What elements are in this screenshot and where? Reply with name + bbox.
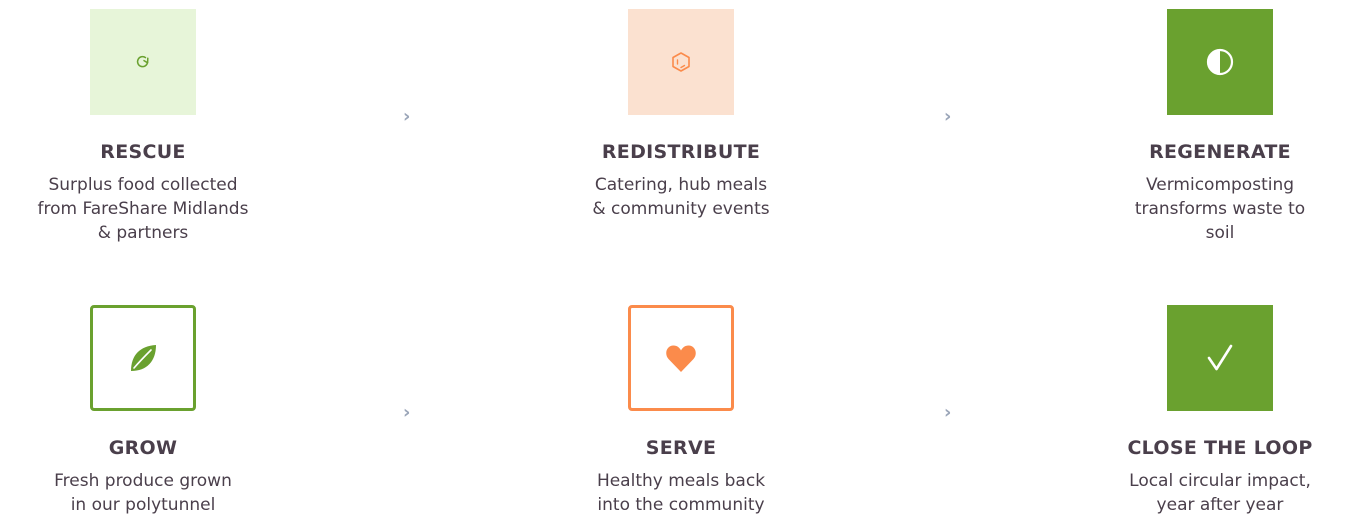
step-description-line: Vermicomposting — [1145, 175, 1295, 195]
step-close-the-loop: CLOSE THE LOOP Local circular impact, ye… — [1070, 305, 1345, 517]
heart-icon — [666, 345, 696, 372]
serve-icon-box — [628, 305, 734, 411]
step-description-line: Catering, hub meals — [594, 175, 768, 195]
step-grow: GROW Fresh produce grown in our polytunn… — [0, 305, 293, 517]
step-description: Catering, hub meals & community events — [531, 173, 831, 221]
step-description-line: Surplus food collected — [48, 175, 238, 195]
step-description-line: year after year — [1156, 495, 1284, 515]
step-title: REDISTRIBUTE — [601, 141, 761, 163]
leaf-icon — [131, 345, 156, 371]
half-circle-icon — [1206, 48, 1234, 76]
step-title: GROW — [108, 437, 178, 459]
step-redistribute: REDISTRIBUTE Catering, hub meals & commu… — [531, 9, 831, 221]
arrow-icon: › — [944, 402, 952, 423]
step-serve: SERVE Healthy meals back into the commun… — [531, 305, 831, 517]
step-description: Vermicomposting transforms waste to soil — [1070, 173, 1345, 245]
step-title: REGENERATE — [1149, 141, 1291, 163]
step-description-line: Healthy meals back — [596, 471, 766, 491]
redistribute-icon-box — [628, 9, 734, 115]
step-rescue: RESCUE Surplus food collected from FareS… — [0, 9, 293, 245]
step-description: Fresh produce grown in our polytunnel — [0, 469, 293, 517]
grow-icon-box — [90, 305, 196, 411]
step-description: Healthy meals back into the community — [531, 469, 831, 517]
step-regenerate: REGENERATE Vermicomposting transforms wa… — [1070, 9, 1345, 245]
step-description: Local circular impact, year after year — [1070, 469, 1345, 517]
step-description-line: into the community — [597, 495, 765, 515]
step-description-line: Local circular impact, — [1129, 471, 1311, 491]
arrow-icon: › — [944, 106, 952, 127]
close-the-loop-icon-box — [1167, 305, 1273, 411]
step-description-line: & partners — [97, 223, 189, 243]
checkmark-icon — [1207, 344, 1233, 371]
step-description-line: soil — [1205, 223, 1235, 243]
arrow-icon: › — [403, 106, 411, 127]
step-description: Surplus food collected from FareShare Mi… — [0, 173, 293, 245]
step-description-line: in our polytunnel — [70, 495, 216, 515]
step-title: RESCUE — [100, 141, 186, 163]
rescue-icon-box — [90, 9, 196, 115]
arrow-icon: › — [403, 402, 411, 423]
step-description-line: Fresh produce grown — [54, 471, 232, 491]
step-title: SERVE — [645, 437, 717, 459]
step-description-line: from FareShare Midlands — [37, 199, 249, 219]
step-description-line: transforms waste to — [1134, 199, 1306, 219]
hexagon-icon — [672, 52, 690, 72]
regenerate-icon-box — [1167, 9, 1273, 115]
step-title: CLOSE THE LOOP — [1127, 437, 1313, 459]
step-description-line: & community events — [592, 199, 770, 219]
refresh-icon — [136, 55, 149, 68]
